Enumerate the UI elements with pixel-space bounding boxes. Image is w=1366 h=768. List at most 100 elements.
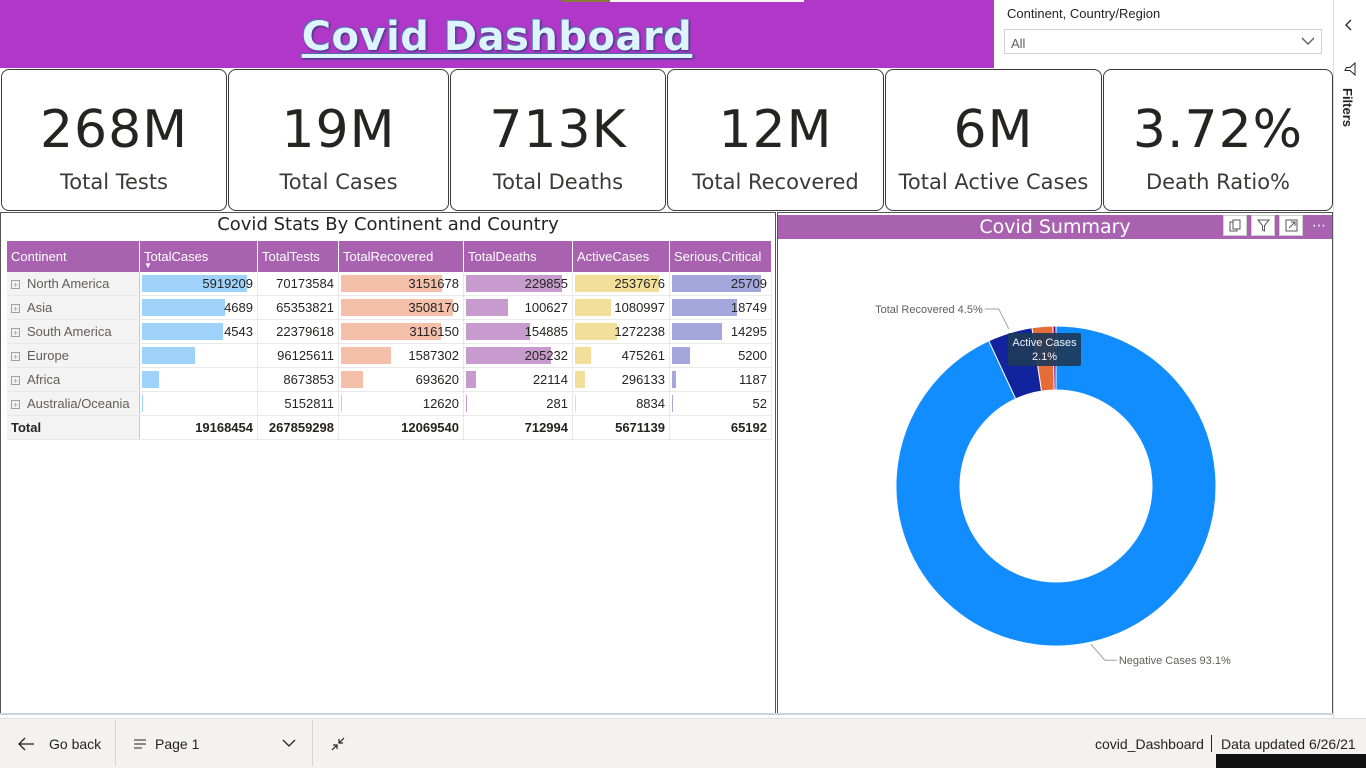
expand-icon[interactable]: + [11, 304, 20, 314]
page-selector[interactable]: Page 1 [155, 736, 199, 752]
table-cell: 475261 [572, 343, 670, 368]
cell-value: 52 [752, 396, 767, 411]
card-label: Total Deaths [492, 170, 624, 194]
data-bar [341, 347, 391, 364]
data-bar [672, 347, 690, 364]
slicer-selected-value: All [1011, 36, 1026, 51]
footer-divider [1211, 735, 1212, 752]
cell-value: 4689 [224, 300, 253, 315]
column-header-totaltests[interactable]: TotalTests [257, 241, 339, 272]
table-cell: 1187 [669, 367, 772, 392]
donut-chart: Total Recovered 4.5% Negative Cases 93.1… [875, 304, 1231, 667]
card-label: Total Cases [279, 170, 398, 194]
cell-value: 3508170 [408, 300, 459, 315]
chevron-down-icon[interactable] [282, 737, 296, 749]
row-header-continent[interactable]: + Australia/Oceania [7, 391, 140, 416]
card-value: 268M [39, 100, 189, 160]
collapse-icon[interactable] [330, 736, 346, 752]
table-row[interactable]: + Europe 96125611 1587302 205232 475261 5200 [7, 343, 772, 368]
covid-summary-title: Covid Summary [979, 216, 1131, 238]
card-label: Total Recovered [692, 170, 859, 194]
table-row[interactable]: + Africa 8673853 693620 22114 296133 1187 [7, 367, 772, 392]
filters-label[interactable]: Filters [1340, 88, 1355, 127]
expand-icon[interactable]: + [11, 400, 20, 410]
table-cell: 96125611 [257, 343, 339, 368]
column-header-totalcases[interactable]: TotalCases ▼ [139, 241, 258, 272]
arrow-left-icon[interactable] [17, 737, 35, 751]
table-row[interactable]: + South America 4543 22379618 3116150 154885 1… [7, 319, 772, 344]
column-header-totalrecovered[interactable]: TotalRecovered [338, 241, 464, 272]
chevron-down-icon[interactable] [1300, 33, 1316, 49]
row-header-continent[interactable]: + South America [7, 319, 140, 344]
expand-icon[interactable]: + [11, 280, 20, 290]
data-bar [142, 323, 223, 340]
go-back-button[interactable]: Go back [49, 736, 101, 752]
cell-value: 18749 [730, 300, 767, 315]
continent-label: South America [27, 324, 112, 339]
chevron-left-icon[interactable] [1343, 18, 1355, 32]
column-header-activecases[interactable]: ActiveCases [572, 241, 670, 272]
cell-value: 229855 [524, 276, 568, 291]
tooltip-label: Active Cases [1012, 337, 1077, 349]
data-bar [672, 323, 722, 340]
focus-mode-icon[interactable] [1279, 215, 1303, 236]
table-row[interactable]: + Australia/Oceania 5152811 12620 281 8834 52 [7, 391, 772, 416]
cell-value: 25709 [730, 276, 767, 291]
table-row[interactable]: + Asia 4689 65353821 3508170 100627 1080997 187… [7, 295, 772, 320]
more-options-icon[interactable]: ⋯ [1307, 215, 1331, 236]
table-cell: 1272238 [572, 319, 670, 344]
row-header-continent[interactable]: + Africa [7, 367, 140, 392]
expand-icon[interactable]: + [11, 328, 20, 338]
table-cell: 5200 [669, 343, 772, 368]
stats-matrix: Continent TotalCases ▼ TotalTests TotalRe… [7, 241, 772, 440]
table-cell: 4543 [139, 319, 258, 344]
cell-value: 296133 [621, 372, 665, 387]
cell-value: 4543 [224, 324, 253, 339]
cell-value: 2537676 [614, 276, 665, 291]
slicer-dropdown[interactable] [1004, 29, 1322, 54]
row-header-continent[interactable]: + North America [7, 272, 140, 296]
cell-value: 14295 [730, 324, 767, 339]
table-cell: 8834 [572, 391, 670, 416]
chart-tooltip: Active Cases 2.1% [1008, 333, 1081, 366]
leader-line-recovered [984, 308, 1010, 330]
slicer-title: Continent, Country/Region [1007, 6, 1161, 21]
cell-value: 154885 [524, 324, 568, 339]
total-row: Total 19168454 267859298 12069540 712994 5671… [7, 415, 772, 440]
table-cell: 1080997 [572, 295, 670, 320]
column-header-continent[interactable]: Continent [7, 241, 140, 272]
row-header-continent[interactable]: + Asia [7, 295, 140, 320]
table-cell: 281 [463, 391, 573, 416]
copy-visual-icon[interactable] [1223, 215, 1247, 236]
expand-icon[interactable]: + [11, 352, 20, 362]
expand-icon[interactable]: + [11, 376, 20, 386]
total-cell: 65192 [669, 415, 772, 440]
card-death-ratio: 3.72% Death Ratio% [1103, 69, 1333, 211]
total-label: Total [7, 415, 140, 440]
data-label-total-recovered: Total Recovered 4.5% [875, 304, 983, 316]
cell-value: 22379618 [276, 324, 334, 339]
table-cell: 25709 [669, 272, 772, 296]
row-header-continent[interactable]: + Europe [7, 343, 140, 368]
filter-icon[interactable] [1251, 215, 1275, 236]
card-value: 19M [281, 100, 396, 160]
table-row[interactable]: + North America 5919209 70173584 3151678 2298… [7, 272, 772, 296]
cell-value: 8834 [636, 396, 665, 411]
table-cell [139, 391, 258, 416]
cell-value: 5919209 [202, 276, 253, 291]
page-list-icon [134, 739, 146, 749]
cell-value: 12620 [422, 396, 459, 411]
table-cell: 22379618 [257, 319, 339, 344]
data-bar [466, 371, 476, 388]
column-header-totaldeaths[interactable]: TotalDeaths [463, 241, 573, 272]
cell-value: 475261 [621, 348, 665, 363]
taskbar-edge [1216, 754, 1366, 768]
data-bar [466, 395, 467, 412]
table-cell: 3508170 [338, 295, 464, 320]
column-header-serious-critical[interactable]: Serious,Critical [669, 241, 772, 272]
filter-funnel-icon[interactable] [1343, 62, 1357, 76]
data-bar [672, 371, 676, 388]
table-cell: 5152811 [257, 391, 339, 416]
status-bar-separator [115, 720, 116, 766]
continent-label: North America [27, 276, 110, 291]
